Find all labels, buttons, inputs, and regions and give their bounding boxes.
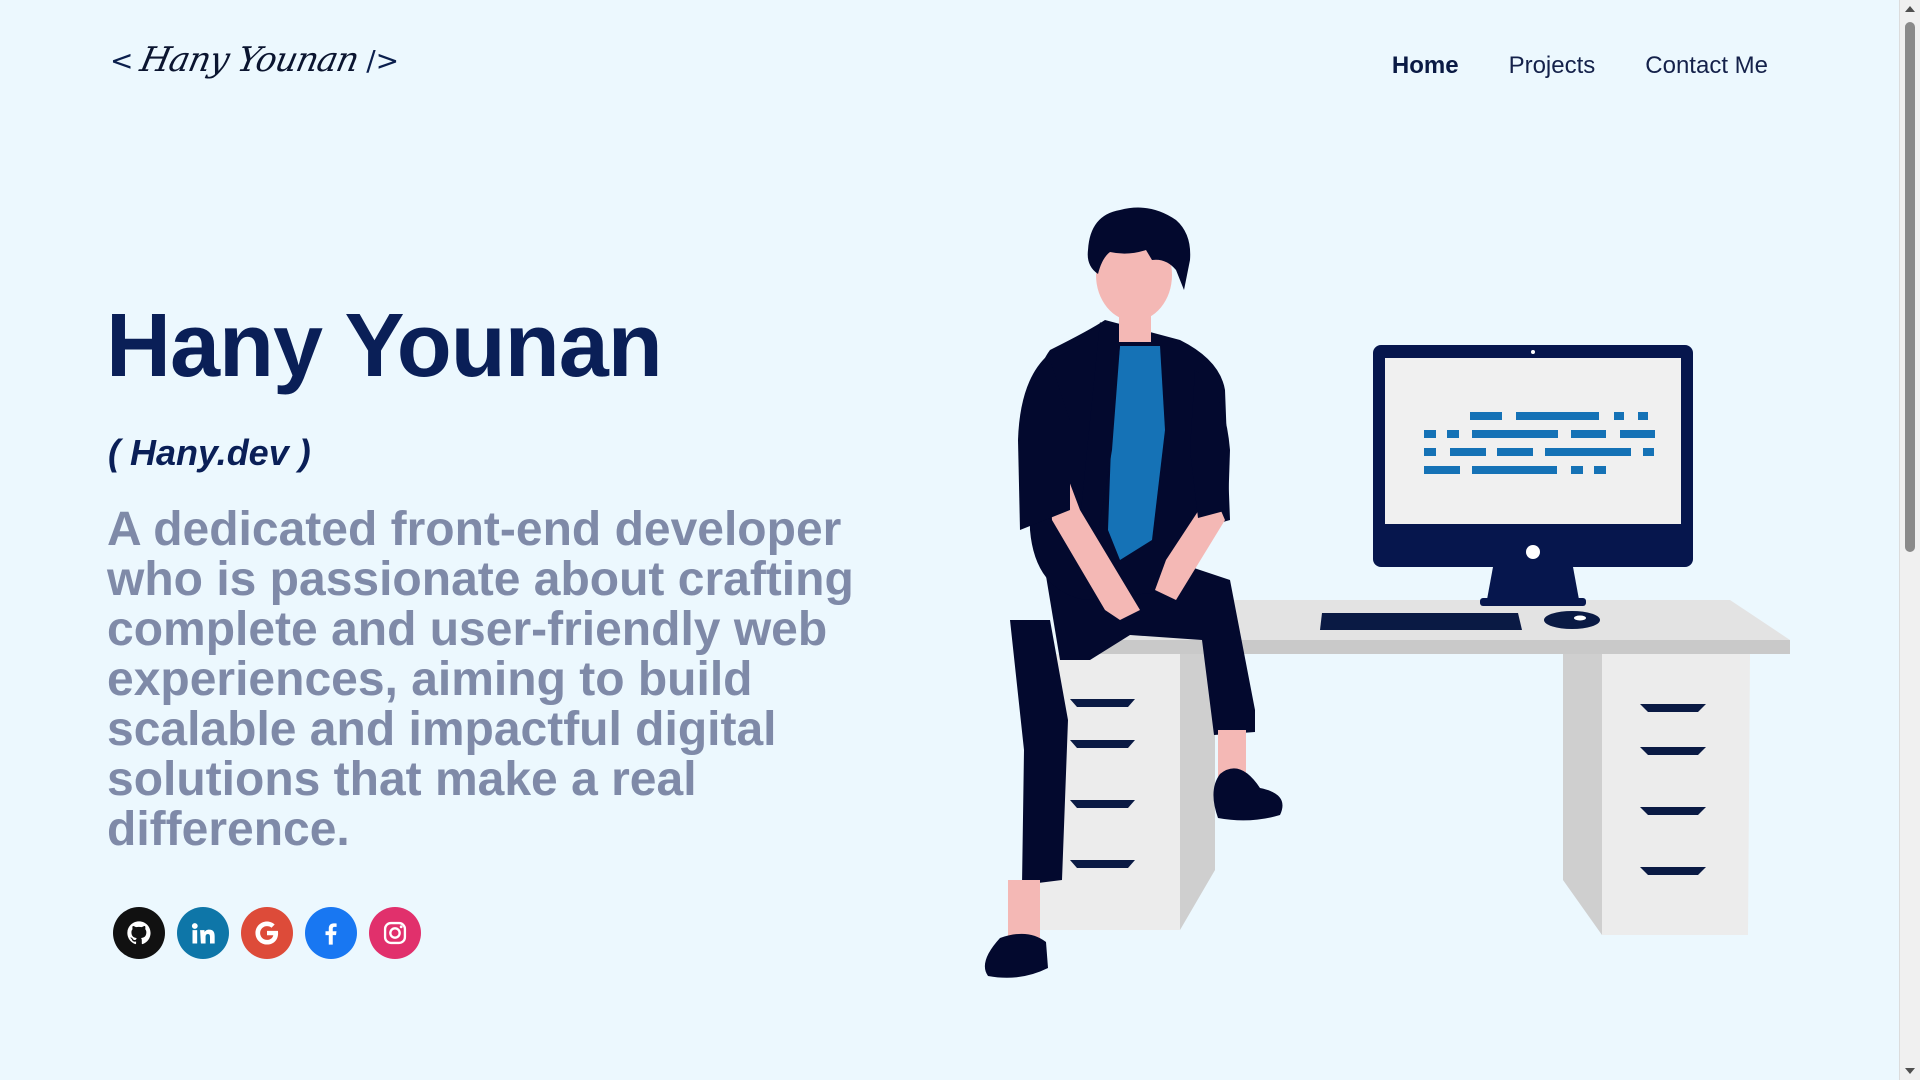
facebook-link[interactable] [305,907,357,959]
logo-open-bracket: < [110,43,134,77]
nav-contact[interactable]: Contact Me [1645,52,1768,80]
hero-name: Hany Younan [106,296,663,396]
scroll-up-arrow-icon[interactable] [1905,6,1915,12]
developer-desk-illustration [984,207,1790,978]
logo-close-bracket: /> [366,43,400,77]
hero-description: A dedicated front-end developer who is p… [107,503,854,856]
facebook-icon [325,923,337,945]
linkedin-link[interactable] [177,907,229,959]
google-link[interactable] [241,907,293,959]
nav-projects[interactable]: Projects [1509,52,1596,80]
github-link[interactable] [113,907,165,959]
hero-handle: ( Hany.dev ) [108,432,311,473]
logo-signature: Hany Younan [137,40,363,80]
instagram-icon [383,921,407,945]
main-nav: Home Projects Contact Me [1392,52,1768,80]
site-logo[interactable]: < Hany Younan /> [110,40,399,80]
scroll-down-arrow-icon[interactable] [1905,1068,1915,1074]
scrollbar-thumb[interactable] [1905,22,1915,552]
instagram-link[interactable] [369,907,421,959]
social-links [113,907,421,959]
google-icon [255,921,279,945]
nav-home[interactable]: Home [1392,52,1459,80]
github-icon [127,921,151,945]
page-scrollbar[interactable] [1899,0,1920,1080]
portfolio-page: < Hany Younan /> Home Projects Contact M… [0,0,1920,1080]
linkedin-icon [191,923,215,944]
